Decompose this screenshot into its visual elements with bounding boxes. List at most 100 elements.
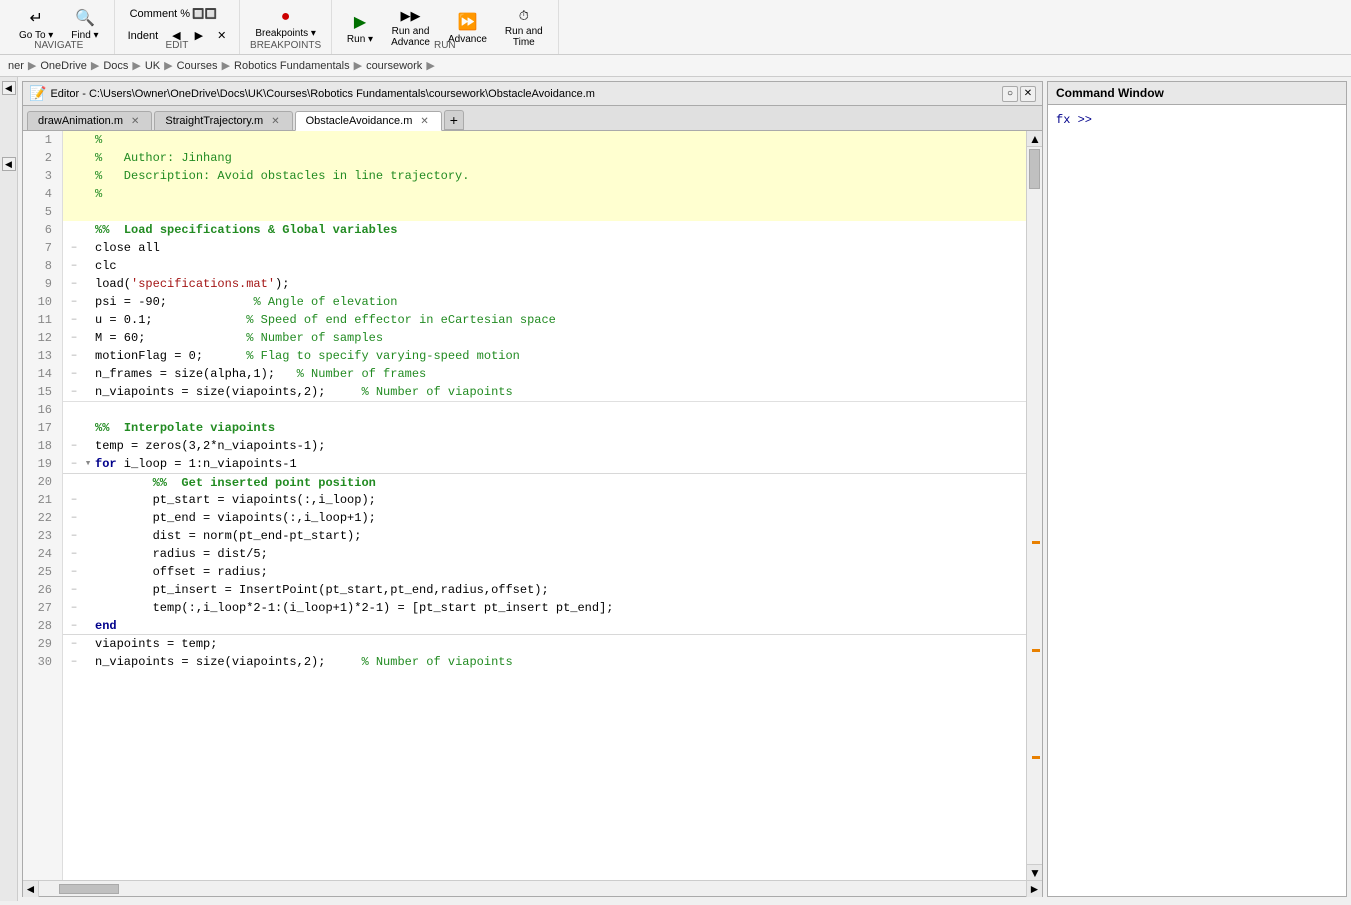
indent-right-button[interactable]: ▶ [190,26,208,45]
code-line-1[interactable]: % [63,131,1026,149]
breadcrumb-courses[interactable]: Courses [177,60,218,72]
ln-8: 8 [29,257,56,275]
run-icon: ▶ [354,12,366,32]
scroll-marker-2 [1032,649,1040,652]
code-line-14[interactable]: – n_frames = size(alpha,1); % Number of … [63,365,1026,383]
code-line-26[interactable]: – pt_insert = InsertPoint(pt_start,pt_en… [63,581,1026,599]
sep5: ▶ [222,59,230,72]
breadcrumb-onedrive[interactable]: OneDrive [40,60,86,72]
code-line-16[interactable] [63,401,1026,419]
scroll-thumb[interactable] [1029,149,1040,189]
code-9-c: ); [275,275,289,293]
scroll-down-btn[interactable]: ▼ [1027,864,1042,880]
code-line-2[interactable]: % Author: Jinhang [63,149,1026,167]
ln-12: 12 [29,329,56,347]
breadcrumb-robotics[interactable]: Robotics Fundamentals [234,60,350,72]
find-button[interactable]: 🔍 Find ▾ [64,4,105,45]
dash-9: – [67,275,81,293]
ln-10: 10 [29,293,56,311]
code-line-3[interactable]: % Description: Avoid obstacles in line t… [63,167,1026,185]
collapse-btn-1[interactable]: ◀ [2,81,16,95]
code-line-19[interactable]: – ▾ for i_loop = 1:n_viapoints-1 [63,455,1026,473]
editor-minimize-btn[interactable]: ○ [1002,86,1018,102]
main-layout: ◀ ◀ 📝 Editor - C:\Users\Owner\OneDrive\D… [0,77,1351,901]
goto-button[interactable]: ↵ Go To ▾ [12,4,60,45]
tab-obstacleavoidance[interactable]: ObstacleAvoidance.m ✕ [295,111,442,131]
code-area[interactable]: % % Author: Jinhang % Description: Avoid… [63,131,1026,880]
cmd-content[interactable]: fx >> [1048,105,1346,896]
tab-drawanimation[interactable]: drawAnimation.m ✕ [27,111,152,130]
code-line-6[interactable]: %% Load specifications & Global variable… [63,221,1026,239]
run-button[interactable]: ▶ Run ▾ [340,8,380,49]
bottom-scrollbar[interactable]: ◄ ► [23,880,1042,896]
code-line-23[interactable]: – dist = norm(pt_end-pt_start); [63,527,1026,545]
code-line-10[interactable]: – psi = -90; % Angle of elevation [63,293,1026,311]
h-scroll-thumb[interactable] [59,884,119,894]
code-24-content: radius = dist/5; [95,545,268,563]
code-line-18[interactable]: – temp = zeros(3,2*n_viapoints-1); [63,437,1026,455]
ln-15: 15 [29,383,56,401]
dash-22: – [67,509,81,527]
goto-icon: ↵ [29,8,42,28]
breakpoints-button[interactable]: ● Breakpoints ▾ [248,4,323,43]
code-line-17[interactable]: %% Interpolate viapoints [63,419,1026,437]
toolbar-edit-group: Comment % 🔲🔲 Indent ◀ ▶ ✕ EDIT [115,0,241,54]
tab-add-button[interactable]: + [444,110,464,130]
breakpoints-icon: ● [281,8,291,26]
code-10-b: % Angle of elevation [253,293,397,311]
code-line-28[interactable]: – end [63,617,1026,635]
code-line-30[interactable]: – n_viapoints = size(viapoints,2); % Num… [63,653,1026,671]
tab-obstacleavoidance-close[interactable]: ✕ [418,116,430,127]
scroll-right-btn[interactable]: ► [1026,881,1042,897]
tab-straighttrajectory[interactable]: StraightTrajectory.m ✕ [154,111,292,130]
indent-button[interactable]: Indent [123,27,164,45]
code-line-11[interactable]: – u = 0.1; % Speed of end effector in eC… [63,311,1026,329]
editor-panel: 📝 Editor - C:\Users\Owner\OneDrive\Docs\… [22,81,1043,897]
indent-x-button[interactable]: ✕ [212,26,231,45]
scroll-left-btn[interactable]: ◄ [23,881,39,897]
breadcrumb-docs[interactable]: Docs [103,60,128,72]
tab-drawanimation-close[interactable]: ✕ [129,116,141,127]
code-line-12[interactable]: – M = 60; % Number of samples [63,329,1026,347]
run-time-icon: ⏱ [519,8,529,24]
ln-23: 23 [29,527,56,545]
h-scroll-track[interactable] [39,883,1026,895]
code-line-29[interactable]: – viapoints = temp; [63,635,1026,653]
code-line-7[interactable]: – close all [63,239,1026,257]
breadcrumb-uk[interactable]: UK [145,60,160,72]
breadcrumb-ner[interactable]: ner [8,60,24,72]
editor-close-btn[interactable]: ✕ [1020,86,1036,102]
sep2: ▶ [91,59,99,72]
ln-26: 26 [29,581,56,599]
ln-24: 24 [29,545,56,563]
vertical-scrollbar[interactable]: ▲ ▼ [1026,131,1042,880]
sep1: ▶ [28,59,36,72]
collapse-btn-2[interactable]: ◀ [2,157,16,171]
indent-label: Indent [128,30,159,42]
breadcrumb-coursework[interactable]: coursework [366,60,422,72]
code-line-5[interactable] [63,203,1026,221]
code-line-13[interactable]: – motionFlag = 0; % Flag to specify vary… [63,347,1026,365]
code-15-b: % Number of viapoints [361,383,512,401]
ln-21: 21 [29,491,56,509]
scroll-up-btn[interactable]: ▲ [1027,131,1042,147]
code-line-21[interactable]: – pt_start = viapoints(:,i_loop); [63,491,1026,509]
code-line-25[interactable]: – offset = radius; [63,563,1026,581]
run-advance-label: Run andAdvance [391,26,430,48]
code-line-8[interactable]: – clc [63,257,1026,275]
run-time-button[interactable]: ⏱ Run andTime [498,4,550,52]
code-line-24[interactable]: – radius = dist/5; [63,545,1026,563]
code-line-22[interactable]: – pt_end = viapoints(:,i_loop+1); [63,509,1026,527]
toolbar-breakpoints-group: ● Breakpoints ▾ BREAKPOINTS [240,0,332,54]
scroll-track[interactable] [1027,147,1042,864]
code-line-20[interactable]: %% Get inserted point position [63,473,1026,491]
breakpoints-group-label: BREAKPOINTS [250,40,321,51]
run-advance-button[interactable]: ▶▶ Run andAdvance [384,4,437,52]
code-line-9[interactable]: – load('specifications.mat'); [63,275,1026,293]
code-line-27[interactable]: – temp(:,i_loop*2-1:(i_loop+1)*2-1) = [p… [63,599,1026,617]
tab-straighttrajectory-close[interactable]: ✕ [269,116,281,127]
code-line-15[interactable]: – n_viapoints = size(viapoints,2); % Num… [63,383,1026,401]
scroll-marker-3 [1032,756,1040,759]
code-line-4[interactable]: % [63,185,1026,203]
comment-button[interactable]: Comment % 🔲🔲 [123,4,224,24]
